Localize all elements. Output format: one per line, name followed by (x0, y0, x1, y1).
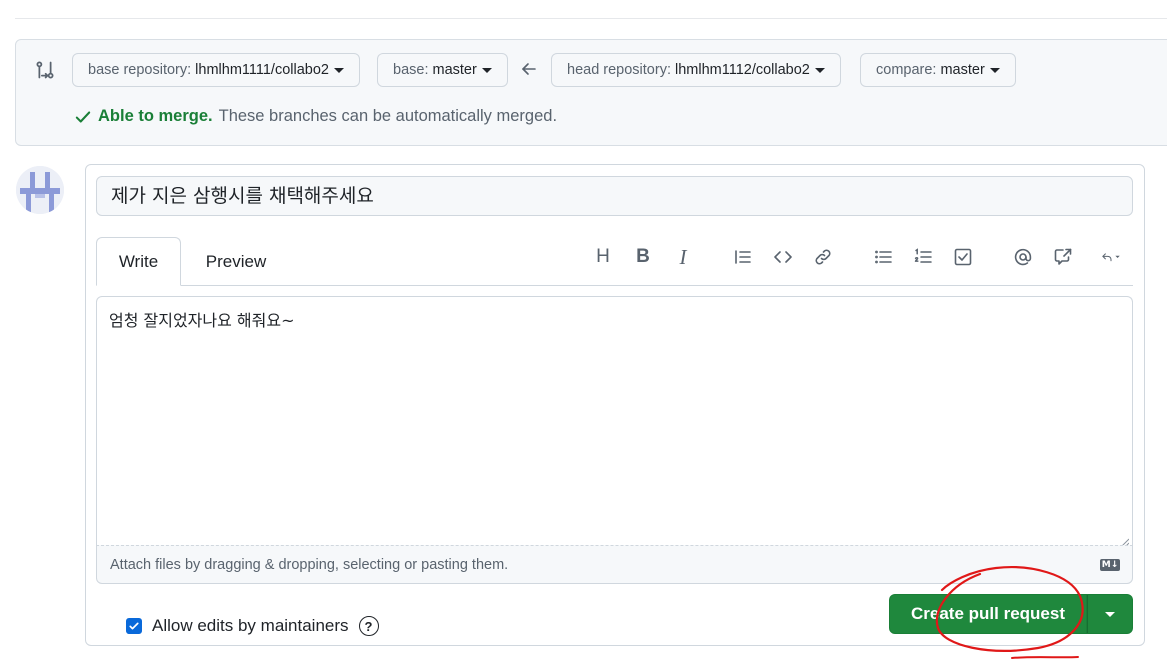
base-branch-select[interactable]: base: master (377, 53, 508, 87)
bold-button[interactable]: B (631, 245, 655, 269)
help-icon[interactable]: ? (358, 616, 379, 636)
chevron-down-icon (814, 67, 825, 73)
chevron-down-icon (333, 67, 344, 73)
base-repository-value: lhmlhm1111/collabo2 (195, 62, 329, 78)
resize-grip-icon[interactable] (1119, 532, 1130, 548)
base-branch-value: master (432, 62, 477, 78)
head-repository-select[interactable]: head repository: lhmlhm1112/collabo2 (551, 53, 841, 87)
tab-preview[interactable]: Preview (196, 237, 276, 286)
base-repository-select[interactable]: base repository: lhmlhm1111/collabo2 (72, 53, 360, 87)
git-compare-icon (35, 60, 55, 80)
body-textarea[interactable]: 엄청 잘지었자나요 해줘요~ (96, 296, 1133, 548)
allow-edits-label: Allow edits by maintainers (152, 616, 349, 635)
attach-files-hint: Attach files by dragging & dropping, sel… (110, 556, 509, 573)
compare-branch-value: master (940, 62, 985, 78)
unordered-list-icon[interactable] (871, 245, 895, 269)
base-repository-label: base repository: (88, 62, 192, 78)
create-options-dropdown[interactable] (1087, 594, 1133, 634)
cross-reference-icon[interactable] (1051, 245, 1075, 269)
code-icon[interactable] (771, 245, 795, 269)
create-pull-request-button[interactable]: Create pull request (889, 594, 1087, 634)
mention-icon[interactable] (1011, 245, 1035, 269)
tab-write[interactable]: Write (96, 237, 181, 286)
compare-branch-select[interactable]: compare: master (860, 53, 1016, 87)
head-repository-value: lhmlhm1112/collabo2 (674, 62, 810, 78)
merge-status-label: Able to merge. (98, 107, 213, 125)
markdown-icon[interactable]: M↓ (1100, 559, 1120, 571)
allow-edits-checkbox[interactable] (126, 618, 142, 634)
base-branch-label: base: (393, 62, 429, 78)
saved-replies-icon[interactable] (1091, 245, 1131, 269)
create-pull-request-group: Create pull request (889, 594, 1133, 634)
chevron-down-icon (1105, 611, 1115, 617)
body-text: 엄청 잘지었자나요 해줘요~ (109, 311, 295, 330)
title-input[interactable]: 제가 지은 삼행시를 채택해주세요 (96, 176, 1133, 216)
task-list-icon[interactable] (951, 245, 975, 269)
compare-branch-label: compare: (876, 62, 937, 78)
italic-button[interactable]: I (671, 245, 695, 269)
chevron-down-icon (989, 67, 1000, 73)
head-repository-label: head repository: (567, 62, 671, 78)
ordered-list-icon[interactable] (911, 245, 935, 269)
quote-icon[interactable] (731, 245, 755, 269)
check-icon (74, 108, 92, 126)
pull-request-composer: 제가 지은 삼행시를 채택해주세요 Write Preview H B I 엄청… (85, 164, 1145, 646)
link-icon[interactable] (811, 245, 835, 269)
merge-status: Able to merge. These branches can be aut… (74, 107, 557, 126)
chevron-down-icon (481, 67, 492, 73)
avatar[interactable] (16, 166, 64, 214)
attach-files-bar[interactable]: Attach files by dragging & dropping, sel… (96, 545, 1133, 584)
heading-button[interactable]: H (591, 245, 615, 269)
allow-edits-option: Allow edits by maintainers ? (126, 616, 379, 636)
top-divider (15, 18, 1167, 19)
arrow-left-icon (521, 61, 537, 77)
merge-status-message: These branches can be automatically merg… (218, 107, 558, 125)
compare-bar: base repository: lhmlhm1111/collabo2 bas… (15, 39, 1167, 146)
